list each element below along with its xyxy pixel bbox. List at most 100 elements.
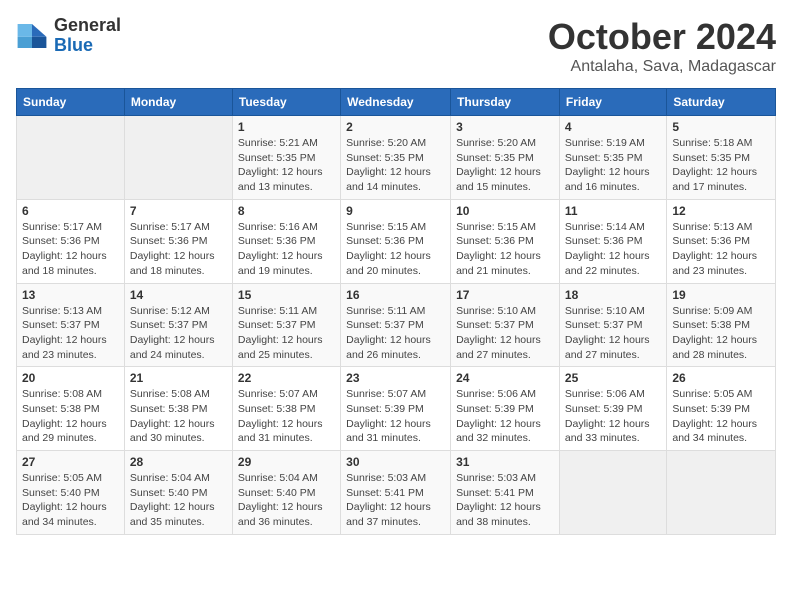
logo: General Blue (16, 16, 121, 56)
calendar-week-row: 13 Sunrise: 5:13 AM Sunset: 5:37 PM Dayli… (17, 283, 776, 367)
calendar-cell: 1Sunrise: 5:21 AM Sunset: 5:35 PM Daylig… (232, 116, 340, 200)
day-content: Sunrise: 5:06 AM Sunset: 5:39 PM Dayligh… (456, 387, 554, 446)
weekday-row: SundayMondayTuesdayWednesdayThursdayFrid… (17, 89, 776, 116)
day-content: Sunrise: 5:18 AM Sunset: 5:35 PM Dayligh… (672, 136, 770, 195)
logo-blue-text: Blue (54, 36, 121, 56)
calendar-cell (17, 116, 125, 200)
day-number: 28 (130, 455, 227, 469)
day-number: 27 (22, 455, 119, 469)
calendar-cell: 30 Sunrise: 5:03 AM Sunset: 5:41 PM Dayli… (341, 451, 451, 535)
day-content: Sunrise: 5:20 AM Sunset: 5:35 PM Dayligh… (456, 136, 554, 195)
day-content: Sunrise: 5:10 AM Sunset: 5:37 PM Dayligh… (565, 304, 661, 363)
day-content: Sunrise: 5:13 AM Sunset: 5:37 PM Dayligh… (22, 304, 119, 363)
day-number: 25 (565, 371, 661, 385)
weekday-header-monday: Monday (124, 89, 232, 116)
day-content: Sunrise: 5:04 AM Sunset: 5:40 PM Dayligh… (130, 471, 227, 530)
day-content: Sunrise: 5:17 AM Sunset: 5:36 PM Dayligh… (130, 220, 227, 279)
day-number: 19 (672, 288, 770, 302)
day-content: Sunrise: 5:06 AM Sunset: 5:39 PM Dayligh… (565, 387, 661, 446)
calendar-cell: 2Sunrise: 5:20 AM Sunset: 5:35 PM Daylig… (341, 116, 451, 200)
calendar-cell: 25 Sunrise: 5:06 AM Sunset: 5:39 PM Dayli… (559, 367, 666, 451)
calendar-cell: 3 Sunrise: 5:20 AM Sunset: 5:35 PM Daylig… (451, 116, 560, 200)
day-content: Sunrise: 5:05 AM Sunset: 5:39 PM Dayligh… (672, 387, 770, 446)
day-number: 10 (456, 204, 554, 218)
page-header: General Blue October 2024 Antalaha, Sava… (16, 16, 776, 76)
calendar-table: SundayMondayTuesdayWednesdayThursdayFrid… (16, 88, 776, 535)
calendar-header: SundayMondayTuesdayWednesdayThursdayFrid… (17, 89, 776, 116)
calendar-cell: 23 Sunrise: 5:07 AM Sunset: 5:39 PM Dayli… (341, 367, 451, 451)
calendar-week-row: 27 Sunrise: 5:05 AM Sunset: 5:40 PM Dayli… (17, 451, 776, 535)
calendar-cell: 9 Sunrise: 5:15 AM Sunset: 5:36 PM Daylig… (341, 199, 451, 283)
day-number: 2 (346, 120, 445, 134)
weekday-header-sunday: Sunday (17, 89, 125, 116)
calendar-cell (667, 451, 776, 535)
weekday-header-thursday: Thursday (451, 89, 560, 116)
day-number: 7 (130, 204, 227, 218)
day-number: 3 (456, 120, 554, 134)
calendar-cell: 4 Sunrise: 5:19 AM Sunset: 5:35 PM Daylig… (559, 116, 666, 200)
day-number: 6 (22, 204, 119, 218)
day-number: 24 (456, 371, 554, 385)
day-content: Sunrise: 5:03 AM Sunset: 5:41 PM Dayligh… (346, 471, 445, 530)
day-content: Sunrise: 5:07 AM Sunset: 5:39 PM Dayligh… (346, 387, 445, 446)
calendar-cell: 19 Sunrise: 5:09 AM Sunset: 5:38 PM Dayli… (667, 283, 776, 367)
logo-icon (16, 22, 48, 50)
day-content: Sunrise: 5:08 AM Sunset: 5:38 PM Dayligh… (130, 387, 227, 446)
calendar-cell: 7 Sunrise: 5:17 AM Sunset: 5:36 PM Daylig… (124, 199, 232, 283)
calendar-cell: 26 Sunrise: 5:05 AM Sunset: 5:39 PM Dayli… (667, 367, 776, 451)
day-content: Sunrise: 5:09 AM Sunset: 5:38 PM Dayligh… (672, 304, 770, 363)
day-number: 13 (22, 288, 119, 302)
weekday-header-friday: Friday (559, 89, 666, 116)
day-number: 17 (456, 288, 554, 302)
day-content: Sunrise: 5:21 AM Sunset: 5:35 PM Dayligh… (238, 136, 335, 195)
weekday-header-wednesday: Wednesday (341, 89, 451, 116)
day-number: 5 (672, 120, 770, 134)
calendar-cell: 24 Sunrise: 5:06 AM Sunset: 5:39 PM Dayli… (451, 367, 560, 451)
day-number: 20 (22, 371, 119, 385)
calendar-cell: 16Sunrise: 5:11 AM Sunset: 5:37 PM Dayli… (341, 283, 451, 367)
day-content: Sunrise: 5:05 AM Sunset: 5:40 PM Dayligh… (22, 471, 119, 530)
day-number: 16 (346, 288, 445, 302)
day-content: Sunrise: 5:15 AM Sunset: 5:36 PM Dayligh… (456, 220, 554, 279)
calendar-cell: 22 Sunrise: 5:07 AM Sunset: 5:38 PM Dayli… (232, 367, 340, 451)
day-content: Sunrise: 5:15 AM Sunset: 5:36 PM Dayligh… (346, 220, 445, 279)
calendar-cell: 17 Sunrise: 5:10 AM Sunset: 5:37 PM Dayli… (451, 283, 560, 367)
calendar-cell: 11Sunrise: 5:14 AM Sunset: 5:36 PM Dayli… (559, 199, 666, 283)
calendar-cell: 8 Sunrise: 5:16 AM Sunset: 5:36 PM Daylig… (232, 199, 340, 283)
day-number: 18 (565, 288, 661, 302)
day-number: 11 (565, 204, 661, 218)
day-content: Sunrise: 5:03 AM Sunset: 5:41 PM Dayligh… (456, 471, 554, 530)
day-number: 31 (456, 455, 554, 469)
day-content: Sunrise: 5:07 AM Sunset: 5:38 PM Dayligh… (238, 387, 335, 446)
calendar-cell (559, 451, 666, 535)
logo-general-text: General (54, 16, 121, 36)
day-number: 23 (346, 371, 445, 385)
location: Antalaha, Sava, Madagascar (548, 58, 776, 76)
day-number: 4 (565, 120, 661, 134)
calendar-body: 1Sunrise: 5:21 AM Sunset: 5:35 PM Daylig… (17, 116, 776, 535)
calendar-cell (124, 116, 232, 200)
day-number: 30 (346, 455, 445, 469)
calendar-cell: 6Sunrise: 5:17 AM Sunset: 5:36 PM Daylig… (17, 199, 125, 283)
calendar-cell: 21Sunrise: 5:08 AM Sunset: 5:38 PM Dayli… (124, 367, 232, 451)
day-content: Sunrise: 5:16 AM Sunset: 5:36 PM Dayligh… (238, 220, 335, 279)
day-number: 22 (238, 371, 335, 385)
day-number: 26 (672, 371, 770, 385)
day-number: 9 (346, 204, 445, 218)
day-content: Sunrise: 5:04 AM Sunset: 5:40 PM Dayligh… (238, 471, 335, 530)
weekday-header-tuesday: Tuesday (232, 89, 340, 116)
day-content: Sunrise: 5:13 AM Sunset: 5:36 PM Dayligh… (672, 220, 770, 279)
day-number: 15 (238, 288, 335, 302)
day-number: 14 (130, 288, 227, 302)
day-number: 8 (238, 204, 335, 218)
title-block: October 2024 Antalaha, Sava, Madagascar (548, 16, 776, 76)
day-content: Sunrise: 5:19 AM Sunset: 5:35 PM Dayligh… (565, 136, 661, 195)
calendar-cell: 18 Sunrise: 5:10 AM Sunset: 5:37 PM Dayli… (559, 283, 666, 367)
logo-text: General Blue (54, 16, 121, 56)
calendar-cell: 14Sunrise: 5:12 AM Sunset: 5:37 PM Dayli… (124, 283, 232, 367)
calendar-cell: 13 Sunrise: 5:13 AM Sunset: 5:37 PM Dayli… (17, 283, 125, 367)
calendar-cell: 5 Sunrise: 5:18 AM Sunset: 5:35 PM Daylig… (667, 116, 776, 200)
calendar-cell: 12Sunrise: 5:13 AM Sunset: 5:36 PM Dayli… (667, 199, 776, 283)
calendar-cell: 28 Sunrise: 5:04 AM Sunset: 5:40 PM Dayli… (124, 451, 232, 535)
day-content: Sunrise: 5:10 AM Sunset: 5:37 PM Dayligh… (456, 304, 554, 363)
